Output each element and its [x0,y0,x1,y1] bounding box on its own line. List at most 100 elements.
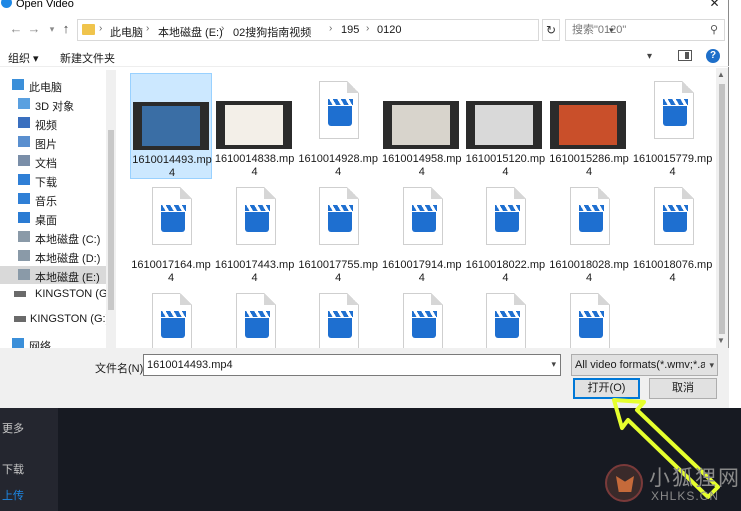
file-list-scrollbar[interactable]: ▲ ▼ [716,68,728,348]
video-file-icon [653,81,694,139]
breadcrumb-drive-e[interactable]: 本地磁盘 (E:) [158,24,223,40]
file-tile[interactable] [464,285,546,348]
sidebar-item[interactable]: 桌面 [0,209,116,227]
file-tile[interactable]: 1610014928.mp 4 [297,73,379,179]
file-tile[interactable]: 1610014958.mp 4 [381,73,463,179]
breadcrumb-folder-195[interactable]: 195 [341,24,359,36]
file-tile[interactable] [297,285,379,348]
chevron-right-icon: › [366,23,370,34]
search-icon[interactable]: ⚲ [710,23,718,36]
computer-icon [12,79,24,90]
file-name: 1610015120.mp 4 [464,153,546,179]
file-name-line: 4 [335,272,342,284]
sidebar-item[interactable]: 视频 [0,114,116,132]
file-tile[interactable]: 1610015286.mp 4 [548,73,630,179]
file-tile[interactable]: 1610014493.mp 4 [130,73,212,179]
sidebar-item[interactable]: 本地磁盘 (E:) [0,266,116,284]
sidebar-item-label: 3D 对象 [35,101,75,113]
file-name-line: 1610014928.mp [298,153,378,165]
desktop-icon [18,212,30,223]
filename-input[interactable] [147,358,542,372]
address-bar[interactable]: › 此电脑 › 本地磁盘 (E:) › 02搜狗指南视频 › 195 › 012… [77,19,614,41]
file-tile[interactable]: 1610017164.mp 4 [130,179,212,285]
file-tile[interactable]: 1610018076.mp 4 [632,179,714,285]
sidebar-item[interactable]: 音乐 [0,190,116,208]
video-file-icon [235,187,276,245]
breadcrumb-folder-0120[interactable]: 0120 [377,24,401,36]
file-name-line: 1610014838.mp [214,153,295,165]
file-name-line: 4 [418,272,425,284]
file-name-line: 4 [585,272,593,284]
sidebar-item[interactable]: 3D 对象 [0,95,116,113]
watermark: 小狐狸网 XHLKS.CN [605,460,741,511]
forward-arrow-icon[interactable]: → [27,22,41,36]
file-tile[interactable]: 1610015120.mp 4 [464,73,546,179]
chevron-down-icon: ▾ [709,360,714,370]
file-tile[interactable]: 1610015779.mp 4 [632,73,714,179]
file-tile[interactable]: 1610017755.mp 4 [297,179,379,285]
preview-pane-icon[interactable] [678,50,692,61]
usb-drive-icon [14,291,26,297]
file-tile[interactable] [548,285,630,348]
search-input[interactable] [572,23,700,37]
sidebar-item[interactable]: 下载 [0,171,116,189]
file-tile[interactable]: 1610017443.mp 4 [214,179,296,285]
file-name-line: 4 [502,166,509,178]
view-options-icon[interactable]: ▾ [647,51,652,62]
file-tile[interactable]: 1610014838.mp 4 [214,73,296,179]
file-type-filter-label: All video formats(*.wmv;*.avi [575,359,705,371]
recent-locations-icon[interactable]: ▾ [45,22,59,36]
search-box[interactable]: ⚲ [565,19,725,41]
chevron-down-icon[interactable]: ▾ [551,359,556,370]
scrollbar-thumb[interactable] [719,84,725,334]
file-name-line: 4 [669,166,676,178]
sidebar-item[interactable]: KINGSTON (G:) [0,310,116,328]
scroll-up-icon[interactable]: ▲ [717,70,725,79]
scroll-down-icon[interactable]: ▼ [717,336,725,345]
file-tile[interactable]: 1610018022.mp 4 [464,179,546,285]
new-folder-button[interactable]: 新建文件夹 [60,50,115,66]
sidebar-item[interactable]: 图片 [0,133,116,151]
video-file-icon [486,293,527,348]
watermark-domain: XHLKS.CN [651,489,720,503]
bg-download-item[interactable]: 下载 [2,461,24,477]
refresh-icon[interactable]: ↻ [542,19,560,41]
file-type-filter[interactable]: All video formats(*.wmv;*.avi ▾ [571,354,718,376]
video-file-icon [152,187,192,245]
bg-upload-item[interactable]: 上传 [2,487,24,503]
drive-icon [18,231,30,242]
file-name-line: 1610018028.mp [549,259,629,271]
sidebar-item-label: KINGSTON (G:) [30,313,110,325]
file-tile[interactable] [130,285,212,348]
close-button[interactable]: ✕ [700,0,729,12]
navigation-pane-scrollbar[interactable] [106,70,116,348]
usb-drive-icon [14,316,26,322]
file-tile[interactable]: 1610018028.mp 4 [548,179,630,285]
file-name: 1610014838.mp 4 [214,153,296,179]
sidebar-item[interactable]: 本地磁盘 (C:) [0,228,116,246]
file-name-line: 1610015120.mp [465,153,546,165]
sidebar-item-label: 下载 [35,177,57,189]
scrollbar-thumb[interactable] [108,130,114,310]
video-file-icon [402,293,443,348]
file-tile[interactable]: 1610017914.mp 4 [381,179,463,285]
sidebar-item[interactable]: 文档 [0,152,116,170]
video-file-icon [319,293,360,348]
fox-logo-icon [605,464,643,502]
file-tile[interactable] [381,285,463,348]
breadcrumb-folder-02[interactable]: 02搜狗指南视频 [233,24,311,40]
breadcrumb-this-pc[interactable]: 此电脑 [110,24,143,40]
sidebar-item[interactable]: KINGSTON (G: [0,285,116,303]
sidebar-item[interactable]: 本地磁盘 (D:) [0,247,116,265]
sidebar-item[interactable]: 此电脑 [0,76,116,94]
file-tile[interactable] [214,285,296,348]
sidebar-item-label: 本地磁盘 (C:) [35,234,101,246]
filename-combobox[interactable]: ▾ [143,354,561,376]
up-arrow-icon[interactable]: ↑ [59,22,73,36]
bg-more-item[interactable]: 更多 [2,420,24,436]
file-name: 1610017914.mp 4 [381,259,463,285]
chevron-right-icon: › [146,23,150,34]
help-icon[interactable]: ? [706,49,720,63]
back-arrow-icon[interactable]: ← [9,22,23,36]
organize-button[interactable]: 组织 ▾ [8,50,39,66]
